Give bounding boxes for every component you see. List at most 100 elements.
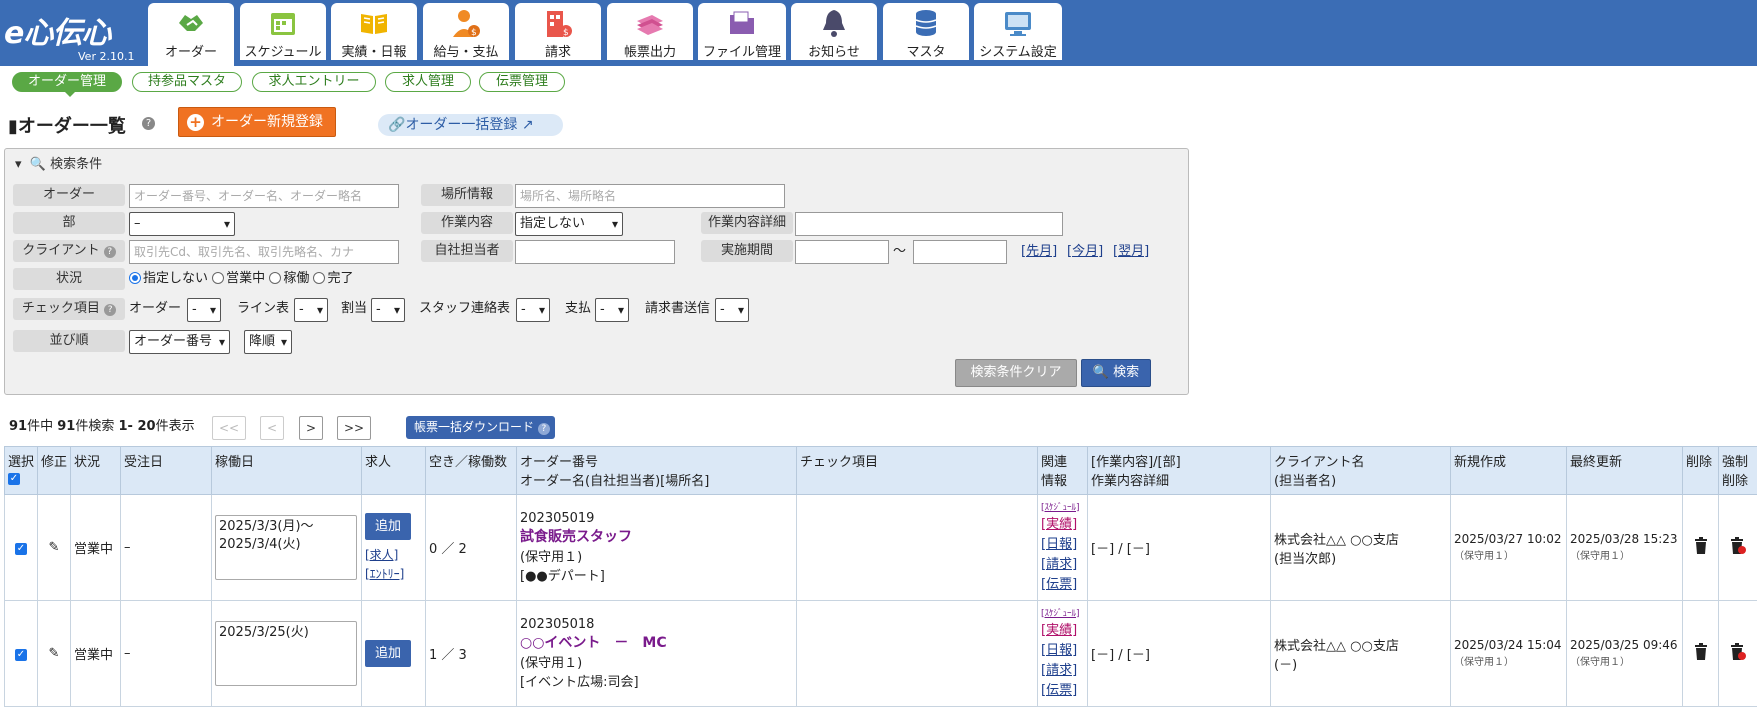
status-radio-active[interactable]: 稼働: [269, 271, 309, 286]
nav-tab-master[interactable]: マスタ: [883, 3, 969, 60]
force-trash-icon[interactable]: [1730, 643, 1746, 660]
help-icon[interactable]: ?: [104, 304, 116, 316]
check-staff-select[interactable]: -: [516, 298, 550, 322]
results-link[interactable]: [実績]: [1041, 515, 1084, 535]
slip-link[interactable]: [伝票]: [1041, 575, 1084, 595]
status-radio-done[interactable]: 完了: [313, 271, 353, 286]
recruit-link[interactable]: [求人]: [365, 546, 422, 563]
schedule-link[interactable]: [ｽｹｼﾞｭｰﾙ]: [1041, 607, 1084, 621]
svg-text:$: $: [471, 28, 477, 38]
subnav-order-management[interactable]: オーダー管理: [12, 72, 122, 92]
nav-tab-files[interactable]: ファイル管理: [698, 3, 786, 60]
results-link[interactable]: [実績]: [1041, 621, 1084, 641]
workdate-textarea[interactable]: 2025/3/25(火): [215, 621, 357, 686]
clear-search-button[interactable]: 検索条件クリア: [955, 359, 1077, 387]
last-page-button[interactable]: >>: [337, 416, 371, 440]
search-button[interactable]: 🔍 検索: [1081, 359, 1151, 387]
nav-label: システム設定: [974, 41, 1062, 60]
billing-link[interactable]: [請求]: [1041, 555, 1084, 575]
new-order-button[interactable]: + オーダー新規登録: [178, 107, 336, 137]
pager: 91件中 91件検索 1- 20件表示 << < > >> 帳票一括ダウンロード…: [0, 414, 1757, 440]
select-all-checkbox[interactable]: ✓: [8, 473, 20, 485]
sort-direction-select[interactable]: 降順: [244, 330, 292, 354]
force-trash-icon[interactable]: [1730, 537, 1746, 554]
help-icon[interactable]: ?: [142, 117, 155, 130]
dept-select[interactable]: –: [129, 212, 235, 236]
order-name-link[interactable]: 試食販売スタッフ: [520, 529, 632, 545]
row-select-checkbox[interactable]: ✓: [15, 543, 27, 555]
prev-page-button[interactable]: <: [260, 416, 284, 440]
nav-tab-schedule[interactable]: スケジュール: [240, 3, 326, 60]
status-radio-none[interactable]: 指定しない: [129, 271, 208, 286]
edit-icon[interactable]: ✎: [49, 540, 60, 555]
period-start-input[interactable]: [795, 240, 889, 264]
sort-field-select[interactable]: オーダー番号: [129, 330, 230, 354]
entry-link[interactable]: [ｴﾝﾄﾘｰ]: [365, 565, 422, 582]
col-created: 新規作成: [1451, 447, 1567, 495]
next-month-link[interactable]: [翌月]: [1113, 241, 1149, 263]
check-payment-select[interactable]: -: [595, 298, 629, 322]
bookmark-icon: ▮: [8, 116, 18, 137]
next-page-button[interactable]: >: [299, 416, 323, 440]
bulk-download-button[interactable]: 帳票一括ダウンロード ?: [406, 416, 555, 439]
nav-tab-billing[interactable]: $ 請求: [515, 3, 601, 60]
period-end-input[interactable]: [913, 240, 1007, 264]
bulk-register-link[interactable]: 🔗オーダー一括登録 ↗: [378, 114, 563, 136]
this-month-link[interactable]: [今月]: [1067, 241, 1103, 263]
report-link[interactable]: [日報]: [1041, 535, 1084, 555]
table-row: ✓ ✎ 営業中 – 2025/3/3(月)～2025/3/4(火) 追加[求人]…: [5, 495, 1757, 601]
order-search-input[interactable]: オーダー番号、オーダー名、オーダー略名: [129, 184, 399, 208]
check-line-select[interactable]: -: [294, 298, 328, 322]
row-received: –: [121, 495, 212, 601]
check-assign-select[interactable]: -: [371, 298, 405, 322]
subnav-items-master[interactable]: 持参品マスタ: [132, 72, 242, 92]
header-text: 選択: [8, 455, 34, 470]
order-name-link[interactable]: ○○イベント － MC: [520, 635, 667, 651]
help-icon[interactable]: ?: [104, 246, 116, 258]
updated-date: 2025/03/28 15:23: [1570, 532, 1678, 546]
trash-icon[interactable]: [1694, 643, 1708, 660]
search-panel-header[interactable]: ▾ 🔍 検索条件: [15, 153, 102, 172]
place-search-input[interactable]: 場所名、場所略名: [515, 184, 785, 208]
nav-tab-order[interactable]: オーダー: [148, 3, 234, 66]
check-invoice-select[interactable]: -: [715, 298, 749, 322]
work-detail-input[interactable]: [795, 212, 1063, 236]
client-label-text: クライアント: [22, 243, 99, 258]
bell-icon: [818, 7, 850, 39]
check-item-staff-label: スタッフ連絡表: [419, 298, 510, 320]
schedule-link[interactable]: [ｽｹｼﾞｭｰﾙ]: [1041, 501, 1084, 515]
client-label: クライアント ?: [13, 240, 125, 262]
status-radio-sales[interactable]: 営業中: [212, 271, 265, 286]
nav-tab-reports[interactable]: 帳票出力: [607, 3, 693, 60]
report-link[interactable]: [日報]: [1041, 641, 1084, 661]
client-person: (－): [1274, 658, 1297, 673]
row-work: [－] / [－]: [1088, 495, 1271, 601]
col-select: 選択 ✓: [5, 447, 38, 495]
add-button[interactable]: 追加: [365, 640, 411, 667]
first-page-button[interactable]: <<: [212, 416, 246, 440]
app-logo[interactable]: e心伝心 Ver 2.10.1: [4, 6, 144, 64]
client-search-input[interactable]: 取引先Cd、取引先名、取引先略名、カナ: [129, 240, 399, 264]
slip-link[interactable]: [伝票]: [1041, 681, 1084, 701]
nav-tab-system[interactable]: システム設定: [974, 3, 1062, 60]
subnav-job-entry[interactable]: 求人エントリー: [252, 72, 376, 92]
billing-link[interactable]: [請求]: [1041, 661, 1084, 681]
subnav-slip-management[interactable]: 伝票管理: [479, 72, 565, 92]
staff-input[interactable]: [515, 240, 675, 264]
nav-tab-notices[interactable]: お知らせ: [791, 3, 877, 60]
edit-icon[interactable]: ✎: [49, 646, 60, 661]
workdate-textarea[interactable]: 2025/3/3(月)～2025/3/4(火): [215, 515, 357, 580]
subnav-job-management[interactable]: 求人管理: [385, 72, 471, 92]
radio-label: 稼働: [283, 271, 309, 286]
row-select-checkbox[interactable]: ✓: [15, 649, 27, 661]
add-button[interactable]: 追加: [365, 513, 411, 540]
row-check-items: [797, 495, 1038, 601]
nav-tab-payroll[interactable]: $ 給与・支払: [423, 3, 509, 60]
check-item-payment-label: 支払: [565, 298, 591, 320]
prev-month-link[interactable]: [先月]: [1021, 241, 1057, 263]
nav-tab-results[interactable]: 実績・日報: [331, 3, 417, 60]
check-order-select[interactable]: -: [187, 298, 221, 322]
trash-icon[interactable]: [1694, 537, 1708, 554]
nav-label: スケジュール: [240, 41, 326, 60]
work-select[interactable]: 指定しない: [515, 212, 623, 236]
